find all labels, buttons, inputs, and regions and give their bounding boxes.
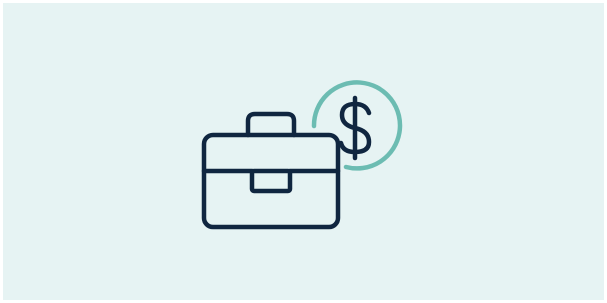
briefcase-icon [201, 111, 341, 230]
hero-card [3, 3, 604, 300]
briefcase-dollar-illustration [201, 80, 403, 230]
dollar-coin-icon [311, 80, 403, 171]
